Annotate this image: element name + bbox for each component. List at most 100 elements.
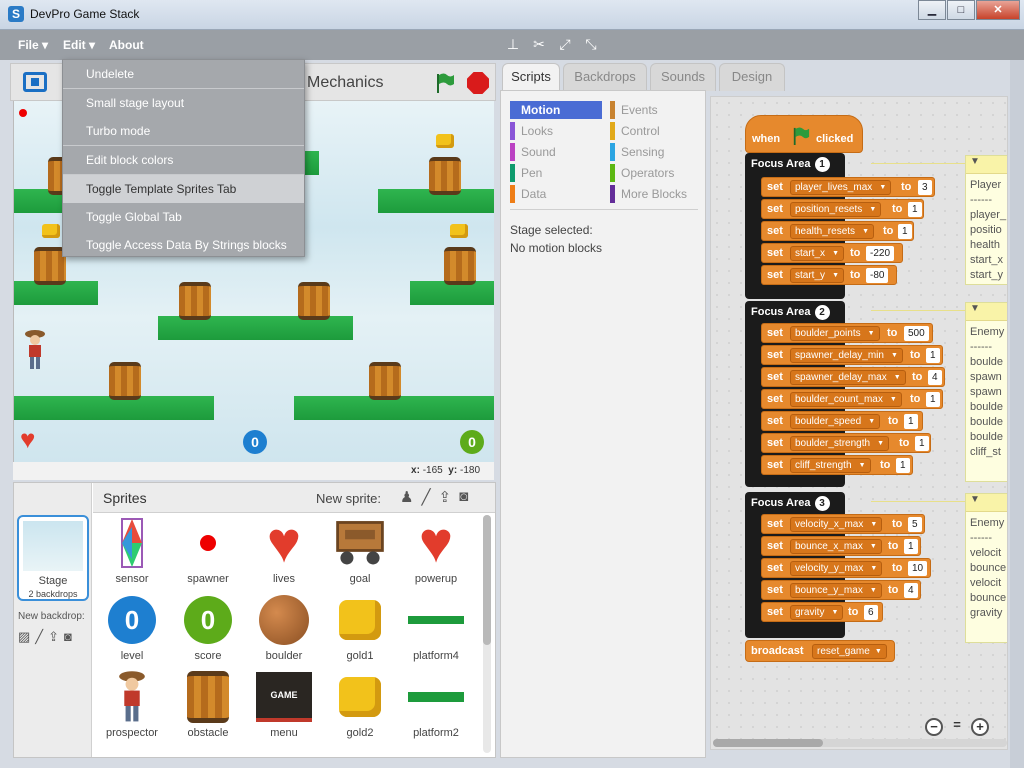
set-variable-block[interactable]: setposition_resetsto1 — [761, 199, 924, 219]
spawner-sprite — [19, 109, 27, 117]
set-variable-block[interactable]: setboulder_strengthto1 — [761, 433, 931, 453]
comment-collapse-icon[interactable]: ▼ — [966, 156, 1007, 174]
about-menu[interactable]: About — [109, 38, 144, 52]
tab-backdrops[interactable]: Backdrops — [563, 63, 647, 91]
set-variable-block[interactable]: setboulder_count_maxto1 — [761, 389, 943, 409]
edit-dropdown-menu: Undelete Small stage layout Turbo mode E… — [62, 59, 305, 257]
comment-note[interactable]: ▼ Enemy ------ velocit bounce velocit bounce g… — [965, 493, 1007, 643]
sprite-paint-icon[interactable]: ╱ — [421, 488, 430, 506]
comment-note[interactable]: ▼ Player ------ player_ positio health start_… — [965, 155, 1007, 285]
set-variable-block[interactable]: setcliff_strengthto1 — [761, 455, 913, 475]
scrollbar-thumb[interactable] — [483, 515, 491, 645]
stop-icon[interactable] — [467, 72, 489, 94]
category-events[interactable]: Events — [610, 101, 702, 119]
backdrop-paint-icon[interactable]: ╱ — [35, 629, 43, 645]
category-operators[interactable]: Operators — [610, 164, 702, 182]
category-looks[interactable]: Looks — [510, 122, 602, 140]
score-counter: 0 — [460, 430, 484, 454]
tab-design[interactable]: Design — [719, 63, 785, 91]
project-title[interactable]: Mechanics — [307, 74, 383, 92]
category-control[interactable]: Control — [610, 122, 702, 140]
menu-item-turbo-mode[interactable]: Turbo mode — [63, 117, 304, 145]
set-variable-block[interactable]: setstart_xto-220 — [761, 243, 903, 263]
sprite-library-icon[interactable]: ♟ — [400, 488, 413, 506]
menu-item-toggle-access-data[interactable]: Toggle Access Data By Strings blocks — [63, 231, 304, 259]
scripts-hscrollbar[interactable] — [713, 739, 1007, 747]
category-data[interactable]: Data — [510, 185, 602, 203]
stage-thumbnail[interactable]: Stage 2 backdrops — [17, 515, 89, 601]
stamp-icon[interactable]: ⊥ — [505, 36, 521, 52]
comment-collapse-icon[interactable]: ▼ — [966, 494, 1007, 512]
sprite-prospector[interactable]: prospector — [96, 667, 168, 743]
scrollbar-thumb[interactable] — [713, 739, 823, 747]
sprite-spawner[interactable]: spawner — [172, 513, 244, 589]
sprite-menu[interactable]: GAME OVER! menu — [248, 667, 320, 746]
sprite-upload-icon[interactable]: ⇪ — [438, 488, 451, 506]
menu-item-toggle-template-sprites[interactable]: Toggle Template Sprites Tab — [63, 175, 304, 203]
minimize-button[interactable]: ▁ — [918, 0, 946, 20]
set-variable-block[interactable]: setboulder_pointsto500 — [761, 323, 933, 343]
backdrop-upload-icon[interactable]: ⇪ — [48, 629, 59, 645]
sprite-platform4[interactable]: platform4 — [400, 590, 472, 666]
comment-collapse-icon[interactable]: ▼ — [966, 303, 1007, 321]
sprite-lives[interactable]: ♥ lives — [248, 513, 320, 589]
sprite-gold2[interactable]: gold2 — [324, 667, 396, 743]
new-sprite-tools: ♟ ╱ ⇪ ◙ — [400, 488, 468, 506]
set-variable-block[interactable]: setgravityto6 — [761, 602, 883, 622]
sprites-scrollbar[interactable] — [483, 515, 491, 753]
set-variable-block[interactable]: setspawner_delay_minto1 — [761, 345, 943, 365]
gold-nugget — [42, 224, 60, 238]
tab-sounds[interactable]: Sounds — [650, 63, 716, 91]
set-variable-block[interactable]: setspawner_delay_maxto4 — [761, 367, 945, 387]
shrink-icon[interactable]: ⤡ — [583, 36, 599, 52]
zoom-reset-icon[interactable]: = — [948, 718, 966, 736]
comment-note[interactable]: ▼ Enemy ------ boulde spawn spawn boulde bould… — [965, 302, 1007, 482]
menu-item-undelete[interactable]: Undelete — [63, 60, 304, 88]
menu-item-toggle-global-tab[interactable]: Toggle Global Tab — [63, 203, 304, 231]
category-sensing[interactable]: Sensing — [610, 143, 702, 161]
backdrop-library-icon[interactable]: ▨ — [18, 629, 30, 645]
sprite-goal[interactable]: goal — [324, 513, 396, 589]
sprite-score[interactable]: 0 score — [172, 590, 244, 666]
green-flag-icon[interactable] — [435, 72, 455, 94]
backdrop-camera-icon[interactable]: ◙ — [64, 629, 72, 645]
broadcast-message-dropdown[interactable]: reset_game — [812, 644, 887, 659]
set-variable-block[interactable]: setstart_yto-80 — [761, 265, 897, 285]
sprite-powerup[interactable]: ♥ powerup — [400, 513, 472, 589]
broadcast-block[interactable]: broadcast reset_game — [745, 640, 895, 662]
menu-item-small-stage[interactable]: Small stage layout — [63, 89, 304, 117]
file-menu[interactable]: File ▾ — [18, 38, 48, 52]
set-variable-block[interactable]: setbounce_x_maxto1 — [761, 536, 921, 556]
category-pen[interactable]: Pen — [510, 164, 602, 182]
set-variable-block[interactable]: setvelocity_x_maxto5 — [761, 514, 925, 534]
set-variable-block[interactable]: setboulder_speedto1 — [761, 411, 923, 431]
sprite-gold1[interactable]: gold1 — [324, 590, 396, 666]
sprite-boulder[interactable]: boulder — [248, 590, 320, 666]
edit-menu[interactable]: Edit ▾ — [63, 38, 95, 52]
sprite-obstacle[interactable]: obstacle — [172, 667, 244, 743]
comment-connector — [871, 163, 965, 164]
grow-icon[interactable]: ⤢ — [557, 36, 573, 52]
zoom-out-icon[interactable]: − — [925, 718, 943, 736]
sprite-platform2[interactable]: platform2 — [400, 667, 472, 743]
zoom-in-icon[interactable]: + — [971, 718, 989, 736]
set-variable-block[interactable]: sethealth_resetsto1 — [761, 221, 914, 241]
fullscreen-icon[interactable] — [23, 72, 47, 92]
cut-icon[interactable]: ✂ — [531, 36, 547, 52]
scripts-area[interactable]: when clicked Focus Area 1 set player_lives… — [710, 96, 1008, 750]
comment-line-text: gravity — [970, 607, 1003, 619]
menu-item-edit-block-colors[interactable]: Edit block colors — [63, 146, 304, 174]
set-variable-block[interactable]: setvelocity_y_maxto10 — [761, 558, 931, 578]
set-variable-block[interactable]: setplayer_lives_maxto3 — [761, 177, 935, 197]
when-flag-clicked-block[interactable]: when clicked — [745, 115, 863, 153]
sprite-level[interactable]: 0 level — [96, 590, 168, 666]
sprite-camera-icon[interactable]: ◙ — [459, 488, 468, 506]
tab-scripts[interactable]: Scripts — [502, 63, 560, 91]
category-sound[interactable]: Sound — [510, 143, 602, 161]
maximize-button[interactable]: □ — [947, 0, 975, 20]
set-variable-block[interactable]: setbounce_y_maxto4 — [761, 580, 921, 600]
category-more-blocks[interactable]: More Blocks — [610, 185, 702, 203]
category-motion[interactable]: Motion — [510, 101, 602, 119]
sprite-sensor[interactable]: sensor — [96, 513, 168, 589]
close-button[interactable]: ✕ — [976, 0, 1020, 20]
